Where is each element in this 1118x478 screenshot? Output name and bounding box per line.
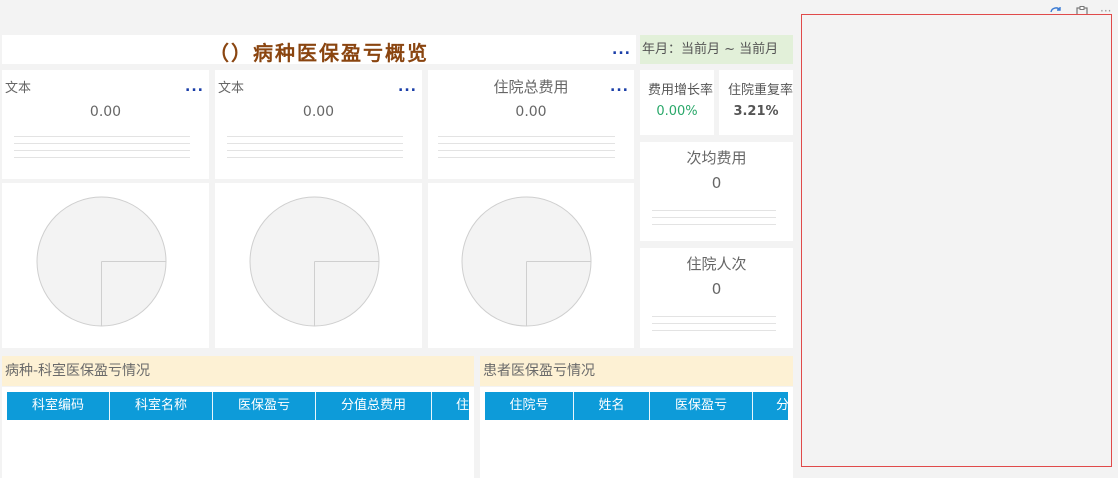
card-value: 0.00 bbox=[302, 104, 335, 120]
metric-card-2: 文本 ... 0.00 bbox=[215, 70, 422, 179]
card-label: 住院总费用 bbox=[493, 78, 569, 96]
avg-cost-card: 次均费用 0 bbox=[640, 142, 793, 241]
column-header[interactable]: 科室名称 bbox=[110, 392, 213, 420]
cost-growth-rate-box: 费用增长率 0.00% bbox=[640, 70, 714, 135]
card-more-button[interactable]: ... bbox=[185, 80, 204, 94]
metric-card-3: 住院总费用 ... 0.00 bbox=[428, 70, 634, 179]
column-header[interactable]: 姓名 bbox=[574, 392, 650, 420]
column-header[interactable]: 住 bbox=[432, 392, 469, 420]
card-sparkline bbox=[652, 316, 776, 337]
selection-panel[interactable] bbox=[801, 14, 1112, 467]
card-value: 0 bbox=[711, 174, 722, 192]
column-header[interactable]: 医保盈亏 bbox=[213, 392, 316, 420]
patient-section-title: 患者医保盈亏情况 bbox=[480, 356, 793, 386]
card-sparkline bbox=[14, 136, 190, 164]
card-sparkline bbox=[652, 210, 776, 231]
card-label: 文本 bbox=[5, 81, 32, 96]
page-title: （）病种医保盈亏概览 bbox=[209, 41, 429, 65]
card-label: 文本 bbox=[218, 81, 245, 96]
dept-table-header: 科室编码 科室名称 医保盈亏 分值总费用 住 bbox=[7, 392, 469, 420]
box-label: 费用增长率 bbox=[648, 83, 714, 98]
pie-panel-2 bbox=[215, 183, 422, 348]
card-label: 住院人次 bbox=[686, 255, 747, 273]
title-more-button[interactable]: ... bbox=[612, 43, 631, 57]
column-header[interactable]: 住院号 bbox=[485, 392, 574, 420]
date-range-filter[interactable]: 年月：当前月 ~ 当前月 bbox=[640, 35, 793, 64]
box-value: 3.21% bbox=[733, 104, 779, 119]
box-label: 住院重复率 bbox=[728, 83, 793, 98]
card-more-button[interactable]: ... bbox=[610, 80, 629, 94]
title-bar: （）病种医保盈亏概览 ... bbox=[2, 35, 636, 65]
pie-chart bbox=[249, 196, 380, 327]
inpatient-visits-card: 住院人次 0 bbox=[640, 248, 793, 348]
column-header[interactable]: 分值总费用 bbox=[316, 392, 432, 420]
card-value: 0.00 bbox=[89, 104, 122, 120]
readmission-rate-box: 住院重复率 3.21% bbox=[719, 70, 793, 135]
column-header[interactable]: 分 bbox=[753, 392, 788, 420]
patient-table-header: 住院号 姓名 医保盈亏 分 bbox=[485, 392, 788, 420]
card-value: 0.00 bbox=[515, 104, 547, 120]
box-value: 0.00% bbox=[656, 104, 698, 119]
column-header[interactable]: 科室编码 bbox=[7, 392, 110, 420]
column-header[interactable]: 医保盈亏 bbox=[650, 392, 753, 420]
dept-section-title: 病种-科室医保盈亏情况 bbox=[2, 356, 474, 386]
card-value: 0 bbox=[711, 280, 722, 298]
card-sparkline bbox=[438, 136, 615, 164]
pie-chart bbox=[36, 196, 167, 327]
pie-panel-3 bbox=[428, 183, 634, 348]
pie-chart bbox=[461, 196, 592, 327]
card-sparkline bbox=[227, 136, 403, 164]
card-more-button[interactable]: ... bbox=[398, 80, 417, 94]
metric-card-1: 文本 ... 0.00 bbox=[2, 70, 209, 179]
pie-panel-1 bbox=[2, 183, 209, 348]
card-label: 次均费用 bbox=[686, 149, 747, 167]
